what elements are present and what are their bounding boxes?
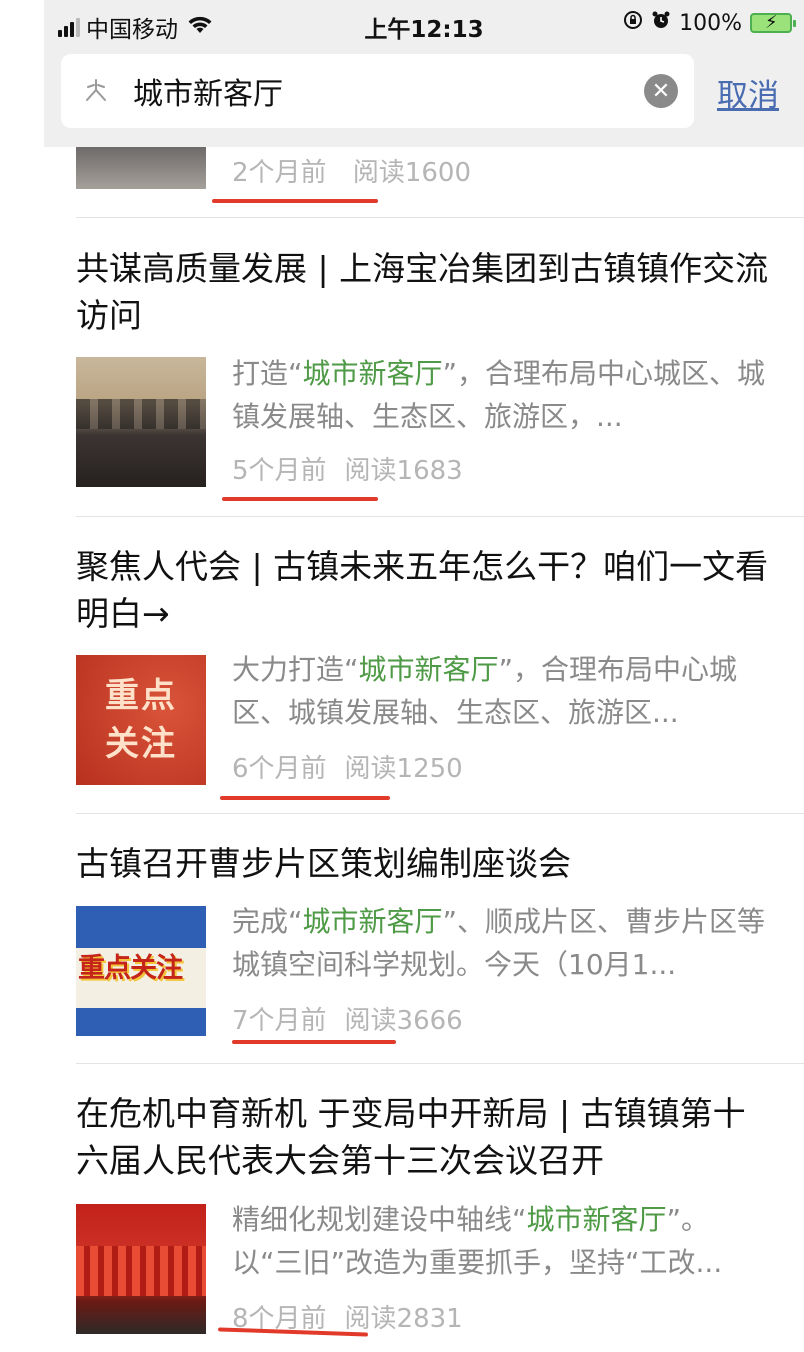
result-row [76,1204,206,1334]
search-input[interactable]: 城市新客厅 [133,69,644,113]
result-time: 2个月前 [232,158,327,188]
result-thumbnail[interactable]: 重点 关注 [76,655,206,785]
result-snippet: 精细化规划建设中轴线“城市新客厅”。以“三旧”改造为重要抓手，坚持“工改... [232,1203,723,1279]
result-snippet: 打造“城市新客厅”，合理布局中心城区、城镇发展轴、生态区、旅游区，... [232,357,766,433]
keyword-highlight: 城市新客厅 [302,357,443,390]
result-row: 重点关注 [76,906,206,1036]
status-bar: 中国移动 上午12:13 100% ⚡ [44,0,804,54]
result-thumbnail[interactable] [76,147,206,189]
result-reads: 阅读2831 [344,1304,463,1334]
result-thumbnail[interactable] [76,357,206,487]
divider [76,217,804,218]
result-row [76,357,206,487]
thumbnail-text: 关注 [105,724,177,764]
cancel-button[interactable]: 取消 [717,70,779,115]
result-time: 5个月前 [232,456,327,486]
search-bar[interactable]: 城市新客厅 ✕ [61,54,694,128]
alarm-icon [651,10,671,36]
annotation-underline [212,199,378,203]
divider [76,1063,804,1064]
result-thumbnail[interactable] [76,1204,206,1334]
result-meta: 5个月前 阅读1683 [232,450,463,487]
annotation-underline [220,796,390,800]
result-row: 重点 关注 [76,655,206,785]
divider [76,516,804,517]
clear-search-icon[interactable]: ✕ [644,74,678,108]
rotation-lock-icon [623,10,643,36]
thumbnail-text: 重点关注 [78,953,183,984]
search-icon [81,76,111,106]
result-time: 6个月前 [232,754,327,784]
result-item[interactable]: 共谋高质量发展 | 上海宝冶集团到古镇镇作交流访问 打造“城市新客厅”，合理布局… [76,245,776,487]
result-reads: 阅读1683 [344,456,463,486]
result-item[interactable]: 在危机中育新机 于变局中开新局 | 古镇镇第十六届人民代表大会第十三次会议召开 … [76,1090,776,1334]
keyword-highlight: 城市新客厅 [302,905,443,938]
annotation-underline [232,1040,396,1044]
result-reads: 阅读1250 [344,754,463,784]
result-item[interactable]: 聚焦人代会 | 古镇未来五年怎么干？咱们一文看明白→ 重点 关注 大力打造“城市… [76,543,776,785]
result-thumbnail[interactable]: 重点关注 [76,906,206,1036]
keyword-highlight: 城市新客厅 [358,653,499,686]
result-title[interactable]: 古镇召开曹步片区策划编制座谈会 [76,840,776,887]
result-item[interactable]: 古镇召开曹步片区策划编制座谈会 重点关注 完成“城市新客厅”、顺成片区、曹步片区… [76,840,776,1036]
result-meta: 6个月前 阅读1250 [232,748,463,785]
battery-icon: ⚡ [750,12,796,33]
keyword-highlight: 城市新客厅 [526,1203,667,1236]
annotation-underline [222,497,378,501]
battery-percent: 100% [679,10,742,36]
divider [76,813,804,814]
result-title[interactable]: 共谋高质量发展 | 上海宝冶集团到古镇镇作交流访问 [76,245,776,339]
result-meta: 2个月前 阅读1600 [232,152,471,189]
result-title[interactable]: 在危机中育新机 于变局中开新局 | 古镇镇第十六届人民代表大会第十三次会议召开 [76,1090,776,1184]
result-time: 7个月前 [232,1006,327,1036]
result-title[interactable]: 聚焦人代会 | 古镇未来五年怎么干？咱们一文看明白→ [76,543,776,637]
result-snippet: 大力打造“城市新客厅”，合理布局中心城区、城镇发展轴、生态区、旅游区... [232,653,738,729]
result-reads: 阅读1600 [352,158,471,188]
status-right: 100% ⚡ [623,10,796,36]
result-snippet: 完成“城市新客厅”、顺成片区、曹步片区等城镇空间科学规划。今天（10月1... [232,905,766,981]
thumbnail-text: 重点 [105,676,177,716]
result-reads: 阅读3666 [344,1006,463,1036]
result-meta: 7个月前 阅读3666 [232,1000,463,1037]
